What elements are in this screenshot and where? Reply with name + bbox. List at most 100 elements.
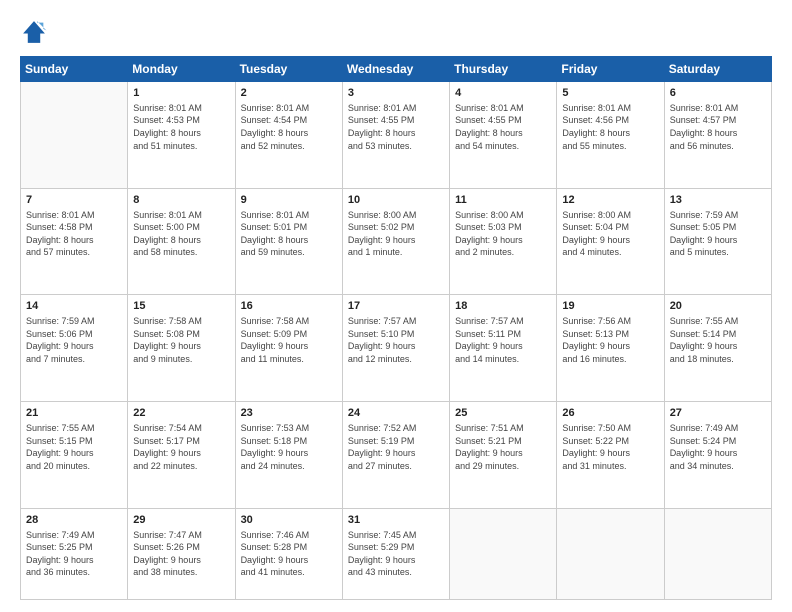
day-info: Sunrise: 8:00 AM Sunset: 5:02 PM Dayligh… [348, 209, 444, 259]
day-info: Sunrise: 7:59 AM Sunset: 5:06 PM Dayligh… [26, 315, 122, 365]
day-info: Sunrise: 7:46 AM Sunset: 5:28 PM Dayligh… [241, 529, 337, 579]
calendar-cell: 16Sunrise: 7:58 AM Sunset: 5:09 PM Dayli… [235, 295, 342, 402]
calendar-cell: 6Sunrise: 8:01 AM Sunset: 4:57 PM Daylig… [664, 82, 771, 189]
day-number: 24 [348, 406, 444, 421]
calendar-cell: 22Sunrise: 7:54 AM Sunset: 5:17 PM Dayli… [128, 402, 235, 509]
calendar-cell: 10Sunrise: 8:00 AM Sunset: 5:02 PM Dayli… [342, 188, 449, 295]
calendar-cell: 15Sunrise: 7:58 AM Sunset: 5:08 PM Dayli… [128, 295, 235, 402]
day-info: Sunrise: 7:56 AM Sunset: 5:13 PM Dayligh… [562, 315, 658, 365]
calendar-cell: 8Sunrise: 8:01 AM Sunset: 5:00 PM Daylig… [128, 188, 235, 295]
calendar-cell: 31Sunrise: 7:45 AM Sunset: 5:29 PM Dayli… [342, 508, 449, 599]
week-row-1: 1Sunrise: 8:01 AM Sunset: 4:53 PM Daylig… [21, 82, 772, 189]
day-info: Sunrise: 8:01 AM Sunset: 4:58 PM Dayligh… [26, 209, 122, 259]
calendar-cell: 9Sunrise: 8:01 AM Sunset: 5:01 PM Daylig… [235, 188, 342, 295]
day-number: 6 [670, 86, 766, 101]
day-info: Sunrise: 7:57 AM Sunset: 5:11 PM Dayligh… [455, 315, 551, 365]
day-info: Sunrise: 7:52 AM Sunset: 5:19 PM Dayligh… [348, 422, 444, 472]
calendar-cell [664, 508, 771, 599]
day-info: Sunrise: 8:01 AM Sunset: 5:00 PM Dayligh… [133, 209, 229, 259]
day-info: Sunrise: 8:01 AM Sunset: 4:56 PM Dayligh… [562, 102, 658, 152]
calendar-cell: 25Sunrise: 7:51 AM Sunset: 5:21 PM Dayli… [450, 402, 557, 509]
day-info: Sunrise: 8:01 AM Sunset: 4:55 PM Dayligh… [348, 102, 444, 152]
day-number: 28 [26, 513, 122, 528]
day-number: 4 [455, 86, 551, 101]
calendar-cell: 7Sunrise: 8:01 AM Sunset: 4:58 PM Daylig… [21, 188, 128, 295]
calendar-cell: 21Sunrise: 7:55 AM Sunset: 5:15 PM Dayli… [21, 402, 128, 509]
day-number: 13 [670, 193, 766, 208]
day-info: Sunrise: 7:58 AM Sunset: 5:09 PM Dayligh… [241, 315, 337, 365]
day-number: 9 [241, 193, 337, 208]
day-number: 15 [133, 299, 229, 314]
calendar-cell: 20Sunrise: 7:55 AM Sunset: 5:14 PM Dayli… [664, 295, 771, 402]
day-number: 14 [26, 299, 122, 314]
day-number: 8 [133, 193, 229, 208]
calendar-cell: 29Sunrise: 7:47 AM Sunset: 5:26 PM Dayli… [128, 508, 235, 599]
day-info: Sunrise: 7:54 AM Sunset: 5:17 PM Dayligh… [133, 422, 229, 472]
day-info: Sunrise: 8:01 AM Sunset: 5:01 PM Dayligh… [241, 209, 337, 259]
logo [20, 18, 52, 46]
day-number: 18 [455, 299, 551, 314]
weekday-header-friday: Friday [557, 57, 664, 82]
day-info: Sunrise: 8:01 AM Sunset: 4:57 PM Dayligh… [670, 102, 766, 152]
day-info: Sunrise: 8:00 AM Sunset: 5:03 PM Dayligh… [455, 209, 551, 259]
calendar-cell: 23Sunrise: 7:53 AM Sunset: 5:18 PM Dayli… [235, 402, 342, 509]
day-number: 16 [241, 299, 337, 314]
calendar-cell [21, 82, 128, 189]
day-info: Sunrise: 8:00 AM Sunset: 5:04 PM Dayligh… [562, 209, 658, 259]
day-info: Sunrise: 8:01 AM Sunset: 4:54 PM Dayligh… [241, 102, 337, 152]
calendar-cell: 13Sunrise: 7:59 AM Sunset: 5:05 PM Dayli… [664, 188, 771, 295]
weekday-header-tuesday: Tuesday [235, 57, 342, 82]
calendar-cell: 12Sunrise: 8:00 AM Sunset: 5:04 PM Dayli… [557, 188, 664, 295]
week-row-5: 28Sunrise: 7:49 AM Sunset: 5:25 PM Dayli… [21, 508, 772, 599]
calendar-cell: 4Sunrise: 8:01 AM Sunset: 4:55 PM Daylig… [450, 82, 557, 189]
calendar-cell [450, 508, 557, 599]
day-number: 3 [348, 86, 444, 101]
week-row-4: 21Sunrise: 7:55 AM Sunset: 5:15 PM Dayli… [21, 402, 772, 509]
day-number: 20 [670, 299, 766, 314]
day-number: 19 [562, 299, 658, 314]
calendar-cell: 27Sunrise: 7:49 AM Sunset: 5:24 PM Dayli… [664, 402, 771, 509]
weekday-header-sunday: Sunday [21, 57, 128, 82]
calendar-cell: 19Sunrise: 7:56 AM Sunset: 5:13 PM Dayli… [557, 295, 664, 402]
page: SundayMondayTuesdayWednesdayThursdayFrid… [0, 0, 792, 612]
day-info: Sunrise: 7:57 AM Sunset: 5:10 PM Dayligh… [348, 315, 444, 365]
day-number: 29 [133, 513, 229, 528]
day-number: 25 [455, 406, 551, 421]
calendar-cell [557, 508, 664, 599]
calendar-cell: 3Sunrise: 8:01 AM Sunset: 4:55 PM Daylig… [342, 82, 449, 189]
calendar-cell: 2Sunrise: 8:01 AM Sunset: 4:54 PM Daylig… [235, 82, 342, 189]
day-info: Sunrise: 7:58 AM Sunset: 5:08 PM Dayligh… [133, 315, 229, 365]
day-info: Sunrise: 7:55 AM Sunset: 5:15 PM Dayligh… [26, 422, 122, 472]
day-number: 2 [241, 86, 337, 101]
day-number: 1 [133, 86, 229, 101]
weekday-header-saturday: Saturday [664, 57, 771, 82]
calendar-cell: 11Sunrise: 8:00 AM Sunset: 5:03 PM Dayli… [450, 188, 557, 295]
calendar-cell: 17Sunrise: 7:57 AM Sunset: 5:10 PM Dayli… [342, 295, 449, 402]
weekday-header-monday: Monday [128, 57, 235, 82]
day-info: Sunrise: 7:45 AM Sunset: 5:29 PM Dayligh… [348, 529, 444, 579]
day-info: Sunrise: 7:51 AM Sunset: 5:21 PM Dayligh… [455, 422, 551, 472]
day-info: Sunrise: 7:47 AM Sunset: 5:26 PM Dayligh… [133, 529, 229, 579]
calendar-table: SundayMondayTuesdayWednesdayThursdayFrid… [20, 56, 772, 600]
day-info: Sunrise: 7:59 AM Sunset: 5:05 PM Dayligh… [670, 209, 766, 259]
day-number: 5 [562, 86, 658, 101]
day-number: 27 [670, 406, 766, 421]
day-number: 22 [133, 406, 229, 421]
day-number: 17 [348, 299, 444, 314]
weekday-header-thursday: Thursday [450, 57, 557, 82]
day-number: 11 [455, 193, 551, 208]
week-row-3: 14Sunrise: 7:59 AM Sunset: 5:06 PM Dayli… [21, 295, 772, 402]
calendar-cell: 24Sunrise: 7:52 AM Sunset: 5:19 PM Dayli… [342, 402, 449, 509]
calendar-cell: 14Sunrise: 7:59 AM Sunset: 5:06 PM Dayli… [21, 295, 128, 402]
day-number: 23 [241, 406, 337, 421]
day-number: 7 [26, 193, 122, 208]
day-info: Sunrise: 8:01 AM Sunset: 4:55 PM Dayligh… [455, 102, 551, 152]
day-number: 12 [562, 193, 658, 208]
calendar-cell: 5Sunrise: 8:01 AM Sunset: 4:56 PM Daylig… [557, 82, 664, 189]
day-number: 30 [241, 513, 337, 528]
day-number: 21 [26, 406, 122, 421]
day-info: Sunrise: 7:53 AM Sunset: 5:18 PM Dayligh… [241, 422, 337, 472]
day-number: 31 [348, 513, 444, 528]
day-number: 26 [562, 406, 658, 421]
day-number: 10 [348, 193, 444, 208]
